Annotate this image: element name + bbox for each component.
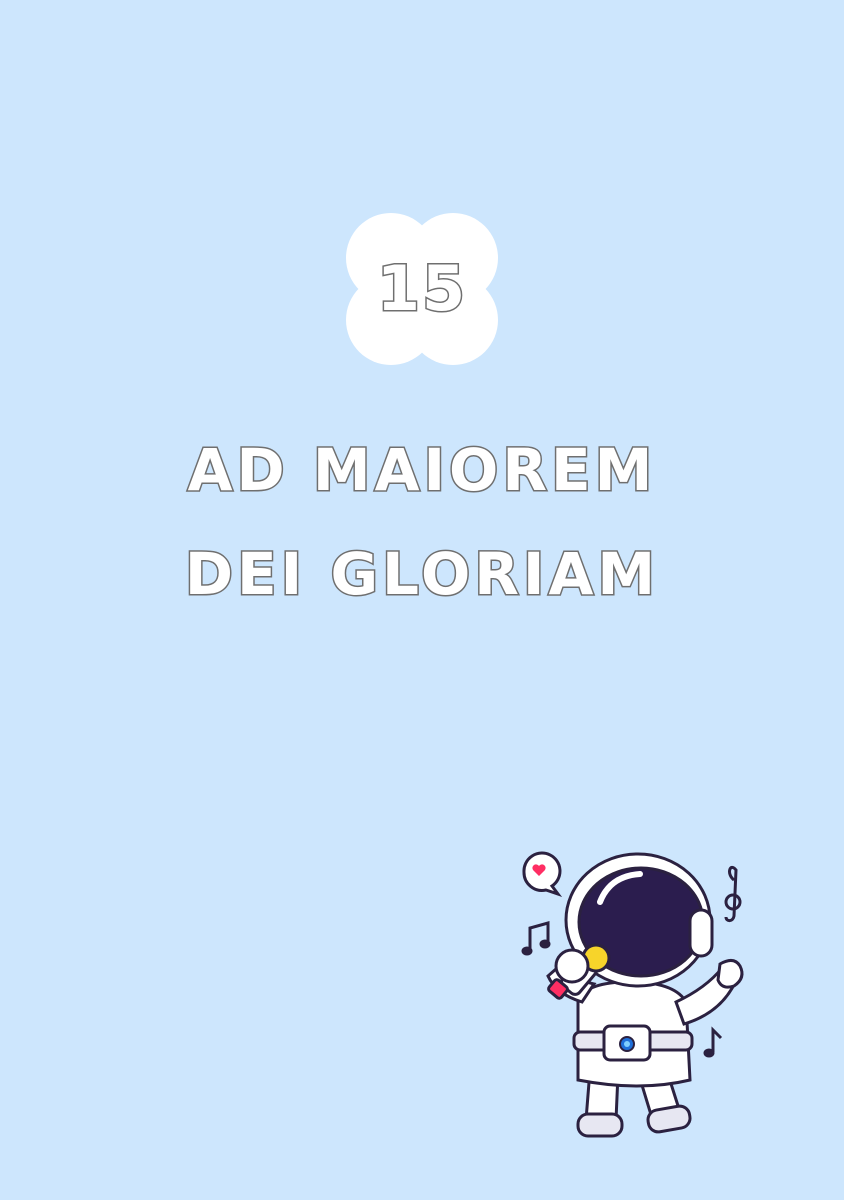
astronaut-illustration bbox=[521, 851, 744, 1138]
title-line-2: DEI GLORIAM bbox=[183, 539, 660, 610]
treble-clef-icon bbox=[724, 865, 742, 923]
heart-speech-bubble-icon bbox=[522, 851, 563, 897]
title-line-1: AD MAIOREM bbox=[186, 435, 657, 506]
chapter-number: 15 bbox=[375, 250, 468, 326]
music-note-icon bbox=[521, 921, 551, 956]
page-title: AD MAIOREM DEI GLORIAM bbox=[0, 418, 844, 626]
number-badge: 15 bbox=[346, 213, 498, 365]
eighth-note-icon bbox=[703, 1026, 723, 1058]
